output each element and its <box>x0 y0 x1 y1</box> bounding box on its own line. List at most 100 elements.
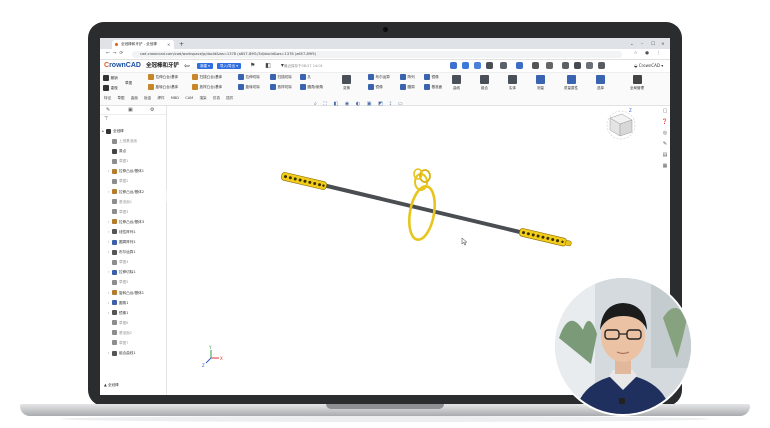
back-arrow-icon[interactable]: ⇦ <box>184 60 190 72</box>
user-icon[interactable] <box>532 62 539 69</box>
tree-item[interactable]: › 线性阵列1 <box>100 227 166 237</box>
menu-tab-sheetmetal[interactable]: 钣金 <box>144 96 151 100</box>
section-view-icon[interactable]: ▣ <box>367 101 374 107</box>
tree-item[interactable]: 草图4 <box>100 257 166 267</box>
tree-item[interactable]: › 拉伸凸台/基体1 <box>100 166 166 176</box>
expand-icon[interactable] <box>598 62 605 69</box>
circular-pattern-button[interactable]: 圆周 <box>400 84 415 90</box>
layout-icon[interactable] <box>574 62 581 69</box>
browser-nav-icons[interactable]: ←→⟳ <box>106 49 126 59</box>
tree-item[interactable]: › 镜像1 <box>100 308 166 318</box>
view-orientation-icon[interactable]: ◧ <box>334 101 341 107</box>
combine-button[interactable]: 组合 <box>480 75 489 91</box>
tree-item[interactable]: 基准面1 <box>100 197 166 207</box>
tree-item[interactable]: 草图6 <box>100 318 166 328</box>
solid-button[interactable]: 实体 <box>508 75 517 91</box>
redo-button[interactable]: 重做 <box>103 85 118 91</box>
fit-view-icon[interactable]: ⛶ <box>323 101 329 107</box>
tree-item[interactable]: › 圆周阵列1 <box>100 237 166 247</box>
tab-search-icon[interactable]: ⌄ <box>630 40 634 49</box>
transform-button[interactable]: 变换 <box>342 75 351 91</box>
loft-cut-button[interactable]: 放样切除 <box>270 84 292 90</box>
menu-tab-sketch[interactable]: 草图 <box>117 96 124 100</box>
tree-item[interactable]: › 组合曲线1 <box>100 348 166 358</box>
menu-tab-cam[interactable]: CAM <box>185 96 193 100</box>
view-cube[interactable] <box>606 110 636 140</box>
tree-item[interactable]: › 拉伸切除1 <box>100 267 166 277</box>
grid-icon[interactable] <box>562 62 569 69</box>
extrude-boss-button[interactable]: 拉伸凸台/基体 <box>148 74 178 80</box>
menu-tab-plugins[interactable]: 插件 <box>226 96 233 100</box>
curve-button[interactable]: 曲线 <box>452 75 461 91</box>
header-tool-icons[interactable]: ⚑ ◧ ▾ <box>250 60 288 72</box>
table-icon[interactable]: ▦ <box>660 161 670 172</box>
minimize-button[interactable]: – <box>641 40 643 49</box>
tree-item[interactable]: 草图7 <box>100 338 166 348</box>
tree-item[interactable]: 草图2 <box>100 176 166 186</box>
tree-item[interactable]: 上视基准面 <box>100 136 166 146</box>
pattern-button[interactable]: 阵列 <box>400 74 415 80</box>
mirror-button[interactable]: 镜像 <box>424 74 439 80</box>
browser-menu-icons[interactable]: ☆ ● ⋮ <box>634 49 664 59</box>
view-icon[interactable] <box>486 62 493 69</box>
select-button[interactable]: 选择 <box>596 75 605 91</box>
undo-button[interactable]: 撤销 <box>103 75 118 81</box>
document-title[interactable]: 全冠棒和牙铲 <box>146 60 179 72</box>
tree-item[interactable]: › 布尔运算1 <box>100 247 166 257</box>
visibility-icon[interactable]: ◉ <box>345 101 352 107</box>
close-window-button[interactable]: × <box>661 40 665 49</box>
tree-item[interactable]: 草图5 <box>100 277 166 287</box>
zoom-icon[interactable]: ⌕ <box>314 101 319 107</box>
revolve-boss-button[interactable]: 旋转凸台/基体 <box>148 84 178 90</box>
lighting-icon[interactable]: ⟟ <box>389 101 393 107</box>
sweep-boss-button[interactable]: 扫描凸台/基体 <box>192 74 222 80</box>
list-icon[interactable]: ▤ <box>660 150 670 161</box>
global-manage-button[interactable]: 全局管理 <box>630 75 644 91</box>
plane-button[interactable]: 基准面 <box>424 84 442 90</box>
tab-settings-icon[interactable]: ⚙ <box>150 107 154 113</box>
menu-tab-feature[interactable]: 特征 <box>104 96 111 100</box>
mass-properties-button[interactable]: 质量属性 <box>564 75 578 91</box>
tree-item[interactable]: › 圆角1 <box>100 298 166 308</box>
tree-item[interactable]: 草图1 <box>100 156 166 166</box>
tree-item[interactable]: 草图3 <box>100 207 166 217</box>
revolve-cut-button[interactable]: 旋转切除 <box>238 84 260 90</box>
edit-icon[interactable]: ✎ <box>660 139 670 150</box>
tree-item[interactable]: ▴ 全冠棒 <box>100 126 166 136</box>
menu-tab-simulation[interactable]: 仿真 <box>213 96 220 100</box>
share-icon[interactable] <box>474 62 481 69</box>
help-icon[interactable]: ❓ <box>660 117 670 128</box>
notification-icon[interactable] <box>546 62 553 69</box>
maximize-button[interactable]: ☐ <box>651 40 655 49</box>
tree-item[interactable]: 原点 <box>100 146 166 156</box>
settings-icon[interactable] <box>500 62 507 69</box>
boolean-button[interactable]: 布尔运算 <box>368 74 390 80</box>
measure-button[interactable]: 测量 <box>536 75 545 91</box>
extrude-cut-button[interactable]: 拉伸切除 <box>238 74 260 80</box>
panel-toggle-icon[interactable]: ▢ <box>660 106 670 117</box>
menu-tab-surface[interactable]: 曲面 <box>131 96 138 100</box>
filter-icon[interactable]: ⊤ <box>104 116 108 122</box>
sketch-group-button[interactable]: 草图 <box>125 80 132 86</box>
tree-item[interactable]: 基准面2 <box>100 328 166 338</box>
tree-item[interactable]: › 拉伸凸台/基体2 <box>100 187 166 197</box>
screen-icon[interactable]: ▭ <box>398 101 405 107</box>
menu-tab-mbd[interactable]: MBD <box>171 96 179 100</box>
menu-tab-render[interactable]: 渲染 <box>199 96 206 100</box>
hole-button[interactable]: 孔 <box>300 74 311 80</box>
globe-icon[interactable] <box>516 62 523 69</box>
tab-feature-tree-icon[interactable]: ✎ <box>106 107 110 113</box>
tree-item[interactable]: › 旋转凸台/基体1 <box>100 288 166 298</box>
browser-tab[interactable]: 全冠棒和牙铲 - 全冠棒 <box>112 40 174 49</box>
import-export-button[interactable]: 导入/导出 ▾ <box>217 63 241 69</box>
mirror2-button[interactable]: 镜像 <box>368 84 383 90</box>
print-icon[interactable] <box>462 62 469 69</box>
sweep-cut-button[interactable]: 扫描切除 <box>270 74 292 80</box>
target-icon[interactable]: ◎ <box>660 128 670 139</box>
new-button[interactable]: 新建 ▾ <box>197 63 213 69</box>
fillet-chamfer-button[interactable]: 圆角/倒角 <box>300 84 323 90</box>
sidebar-footer[interactable]: ▲ 全冠棒 <box>104 383 119 388</box>
menu-tab-weldment[interactable]: 焊件 <box>157 96 164 100</box>
tab-properties-icon[interactable]: ▣ <box>128 107 133 113</box>
tree-item[interactable]: › 拉伸凸台/基体3 <box>100 217 166 227</box>
